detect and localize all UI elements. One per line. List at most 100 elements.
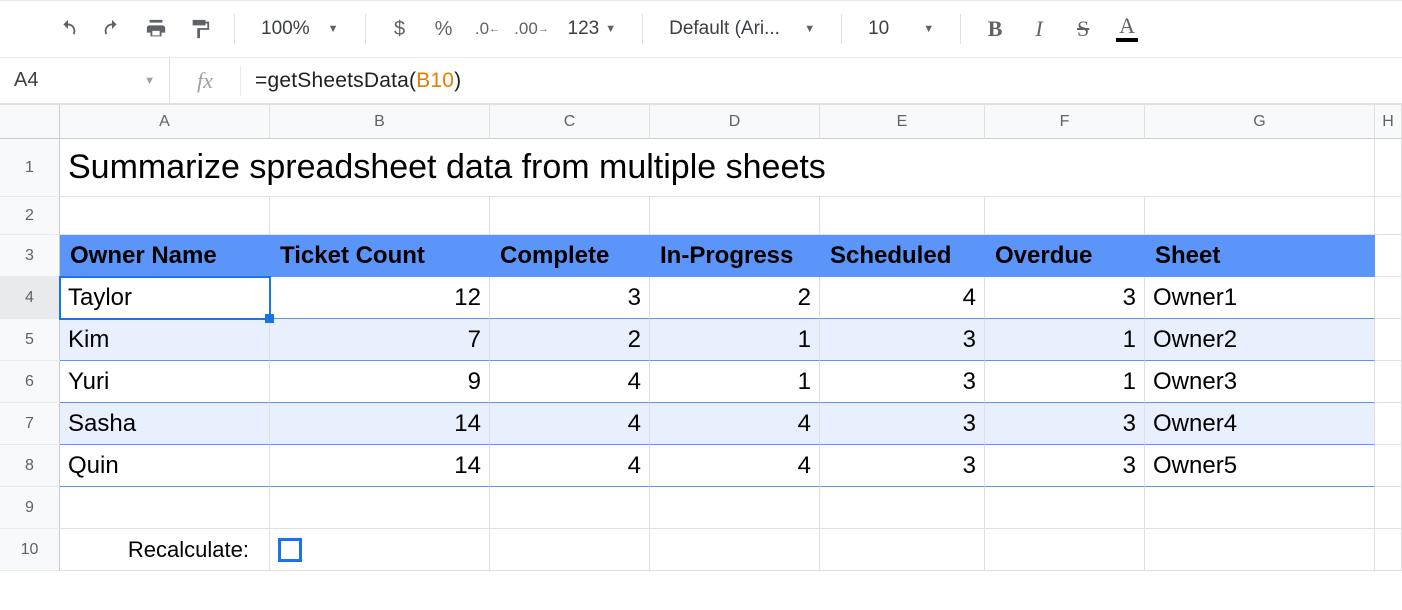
row-header[interactable]: 9	[0, 487, 60, 529]
column-header[interactable]: B	[270, 105, 490, 139]
print-button[interactable]	[136, 9, 176, 49]
cell[interactable]	[820, 197, 985, 235]
undo-button[interactable]	[48, 9, 88, 49]
name-box[interactable]: A4 ▼	[0, 58, 170, 103]
row-header[interactable]: 7	[0, 403, 60, 445]
cell[interactable]	[650, 529, 820, 571]
table-header[interactable]: Owner Name	[60, 235, 270, 277]
row-header[interactable]: 1	[0, 139, 60, 197]
cell[interactable]	[1375, 529, 1402, 571]
cell[interactable]	[1145, 529, 1375, 571]
cell-count[interactable]: 14	[270, 403, 490, 445]
format-percent-button[interactable]: %	[424, 9, 464, 49]
column-header[interactable]: G	[1145, 105, 1375, 139]
cell-sheet[interactable]: Owner3	[1145, 361, 1375, 403]
decrease-decimal-button[interactable]: .0←	[468, 9, 508, 49]
cell-owner[interactable]: Yuri	[60, 361, 270, 403]
cell[interactable]	[1375, 139, 1402, 197]
cell-title[interactable]: Summarize spreadsheet data from multiple…	[60, 139, 1375, 197]
cell[interactable]	[985, 197, 1145, 235]
cell[interactable]	[1375, 487, 1402, 529]
cell-recalc-checkbox[interactable]	[270, 529, 490, 571]
row-header[interactable]: 2	[0, 197, 60, 235]
cell-inprogress[interactable]: 4	[650, 403, 820, 445]
font-dropdown[interactable]: Default (Ari... ▼	[657, 9, 827, 49]
table-header[interactable]: Complete	[490, 235, 650, 277]
cell[interactable]	[490, 487, 650, 529]
cell-scheduled[interactable]: 3	[820, 319, 985, 361]
cell-inprogress[interactable]: 1	[650, 319, 820, 361]
table-header[interactable]: Ticket Count	[270, 235, 490, 277]
cell-sheet[interactable]: Owner1	[1145, 277, 1375, 319]
cell-overdue[interactable]: 1	[985, 319, 1145, 361]
cell-overdue[interactable]: 3	[985, 403, 1145, 445]
cell[interactable]	[820, 487, 985, 529]
text-color-button[interactable]: A	[1107, 9, 1147, 49]
cell-count[interactable]: 12	[270, 277, 490, 319]
cell-sheet[interactable]: Owner2	[1145, 319, 1375, 361]
cell[interactable]	[1375, 445, 1402, 487]
row-header[interactable]: 10	[0, 529, 60, 571]
cell-inprogress[interactable]: 4	[650, 445, 820, 487]
italic-button[interactable]: I	[1019, 9, 1059, 49]
column-header[interactable]: E	[820, 105, 985, 139]
format-more-dropdown[interactable]: 123 ▼	[556, 9, 629, 49]
cell-overdue[interactable]: 1	[985, 361, 1145, 403]
cell[interactable]	[60, 487, 270, 529]
cell[interactable]	[60, 197, 270, 235]
cell[interactable]	[985, 529, 1145, 571]
cell[interactable]	[650, 487, 820, 529]
cell[interactable]	[270, 487, 490, 529]
cell-count[interactable]: 7	[270, 319, 490, 361]
cell[interactable]	[1375, 319, 1402, 361]
cell[interactable]	[985, 487, 1145, 529]
recalculate-checkbox[interactable]	[278, 538, 302, 562]
cell-owner[interactable]: Kim	[60, 319, 270, 361]
row-header[interactable]: 3	[0, 235, 60, 277]
cell[interactable]	[1145, 487, 1375, 529]
cell-scheduled[interactable]: 4	[820, 277, 985, 319]
row-header[interactable]: 8	[0, 445, 60, 487]
cell[interactable]	[1375, 361, 1402, 403]
zoom-dropdown[interactable]: 100% ▼	[249, 9, 351, 49]
cell-owner[interactable]: Sasha	[60, 403, 270, 445]
format-currency-button[interactable]: $	[380, 9, 420, 49]
cell-recalc-label[interactable]: Recalculate:	[60, 529, 270, 571]
cell-complete[interactable]: 4	[490, 445, 650, 487]
column-header[interactable]: A	[60, 105, 270, 139]
cell[interactable]	[1375, 197, 1402, 235]
bold-button[interactable]: B	[975, 9, 1015, 49]
cell-owner[interactable]: Taylor	[60, 277, 270, 319]
cell-complete[interactable]: 4	[490, 361, 650, 403]
cell-complete[interactable]: 3	[490, 277, 650, 319]
formula-input[interactable]: =getSheetsData(B10)	[241, 69, 1402, 93]
paint-format-button[interactable]	[180, 9, 220, 49]
cell[interactable]	[1145, 197, 1375, 235]
table-header[interactable]: Scheduled	[820, 235, 985, 277]
table-header[interactable]: Sheet	[1145, 235, 1375, 277]
cell-scheduled[interactable]: 3	[820, 361, 985, 403]
column-header[interactable]: H	[1375, 105, 1402, 139]
cell-scheduled[interactable]: 3	[820, 403, 985, 445]
cell-complete[interactable]: 4	[490, 403, 650, 445]
cell[interactable]	[490, 197, 650, 235]
cell[interactable]	[650, 197, 820, 235]
row-header[interactable]: 6	[0, 361, 60, 403]
column-header[interactable]: F	[985, 105, 1145, 139]
cell-overdue[interactable]: 3	[985, 277, 1145, 319]
cell-count[interactable]: 9	[270, 361, 490, 403]
table-header[interactable]: In-Progress	[650, 235, 820, 277]
column-header[interactable]: C	[490, 105, 650, 139]
cell-sheet[interactable]: Owner5	[1145, 445, 1375, 487]
cell-inprogress[interactable]: 1	[650, 361, 820, 403]
cell-complete[interactable]: 2	[490, 319, 650, 361]
cell-count[interactable]: 14	[270, 445, 490, 487]
spreadsheet-grid[interactable]: A B C D E F G H 1 Summarize spreadsheet …	[0, 104, 1402, 571]
increase-decimal-button[interactable]: .00→	[512, 9, 552, 49]
cell-owner[interactable]: Quin	[60, 445, 270, 487]
cell-scheduled[interactable]: 3	[820, 445, 985, 487]
cell[interactable]	[1375, 277, 1402, 319]
cell-overdue[interactable]: 3	[985, 445, 1145, 487]
cell[interactable]	[1375, 403, 1402, 445]
strikethrough-button[interactable]: S	[1063, 9, 1103, 49]
